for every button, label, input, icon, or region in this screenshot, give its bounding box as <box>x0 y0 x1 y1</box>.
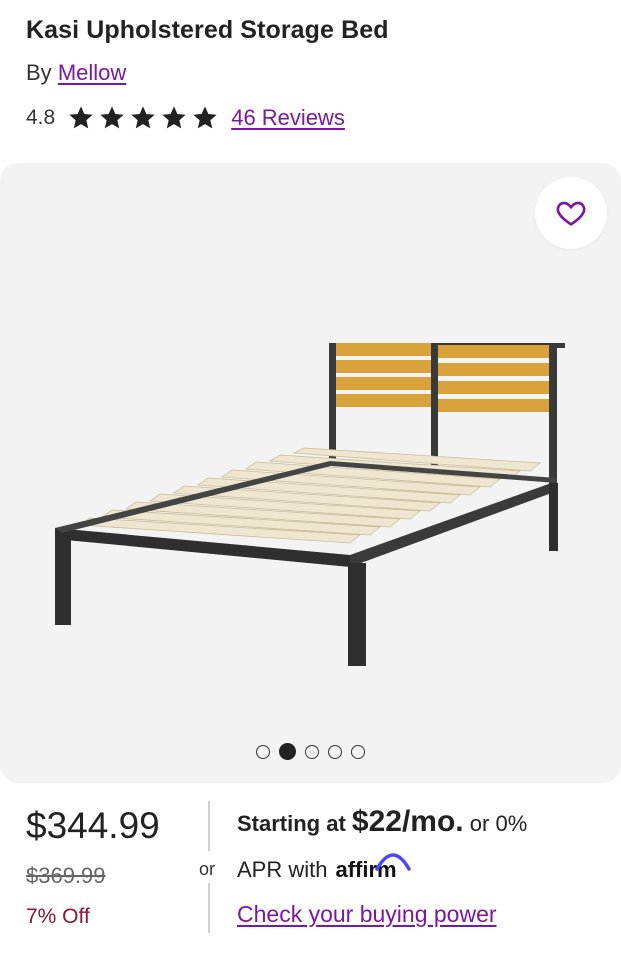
affirm-logo: affirm <box>335 853 412 883</box>
star-rating <box>67 104 219 132</box>
bed-image <box>55 343 565 666</box>
by-label: By <box>26 60 52 85</box>
favorite-button[interactable] <box>535 177 607 249</box>
current-price: $344.99 <box>26 805 160 846</box>
divider <box>208 801 210 851</box>
zero-percent-label: or 0% <box>469 811 528 836</box>
rating-row: 4.8 46 Reviews <box>26 102 345 134</box>
product-title: Kasi Upholstered Storage Bed <box>26 16 389 44</box>
heart-icon <box>556 201 586 226</box>
carousel-dots <box>0 743 621 760</box>
apr-with-label: APR with <box>237 857 328 882</box>
carousel-dot[interactable] <box>256 744 270 759</box>
original-price: $369.99 <box>26 863 106 888</box>
carousel-dot[interactable] <box>305 744 319 759</box>
star-icon <box>162 106 186 129</box>
or-label: or <box>199 859 216 879</box>
carousel-dot[interactable] <box>351 744 365 759</box>
star-icon <box>69 106 93 129</box>
price-section: $344.99 $369.99 7% Off or Starting at $2… <box>0 783 621 960</box>
affirm-arc-icon <box>375 853 412 871</box>
carousel-dot-active[interactable] <box>279 743 296 760</box>
financing-line: Starting at $22/mo. or 0% <box>237 805 527 839</box>
rating-value: 4.8 <box>26 106 56 129</box>
star-icon <box>193 106 217 129</box>
reviews-link[interactable]: 46 Reviews <box>231 105 345 131</box>
divider <box>208 883 210 933</box>
discount-label: 7% Off <box>26 905 90 928</box>
product-image-gallery[interactable] <box>0 163 621 783</box>
byline: By Mellow <box>26 60 126 86</box>
apr-line: APR with affirm <box>237 853 412 883</box>
star-icon <box>131 106 155 129</box>
brand-link[interactable]: Mellow <box>58 60 126 85</box>
starting-at-label: Starting at <box>237 811 346 836</box>
carousel-dot[interactable] <box>328 744 342 759</box>
check-buying-power-link[interactable]: Check your buying power <box>237 901 497 928</box>
monthly-price: $22/mo. <box>351 805 464 838</box>
star-icon <box>100 106 124 129</box>
